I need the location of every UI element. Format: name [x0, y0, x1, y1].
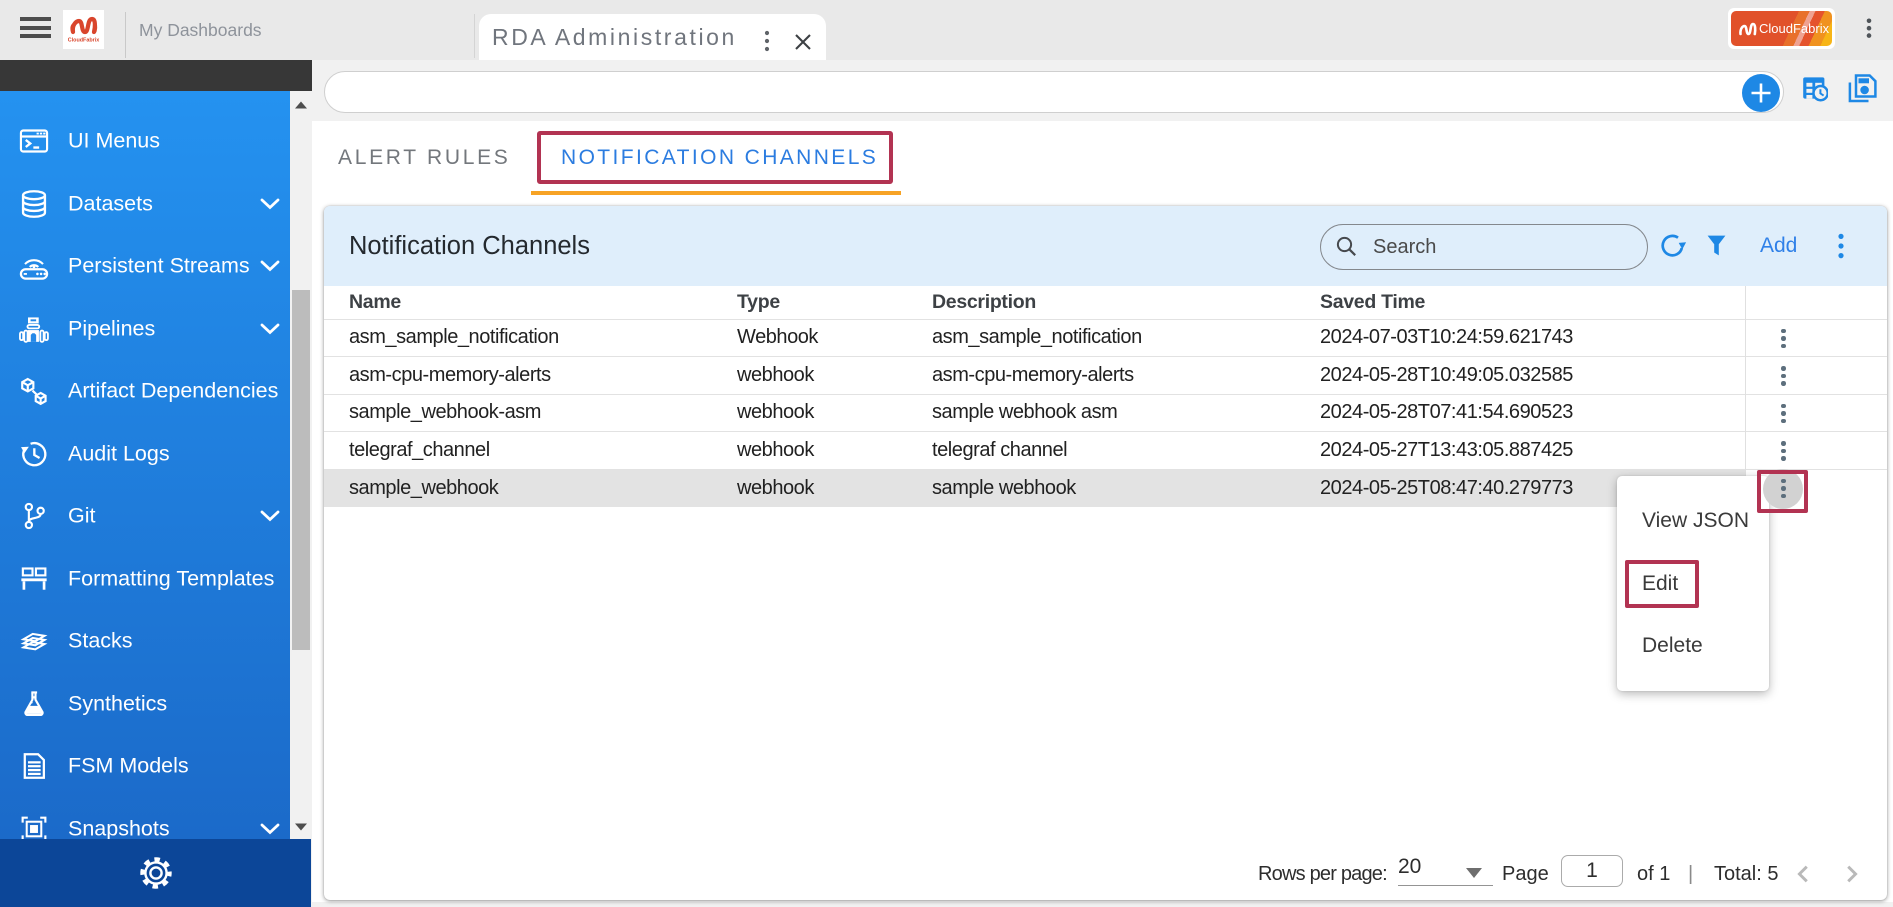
svg-text:CloudFabrix: CloudFabrix: [68, 38, 99, 44]
